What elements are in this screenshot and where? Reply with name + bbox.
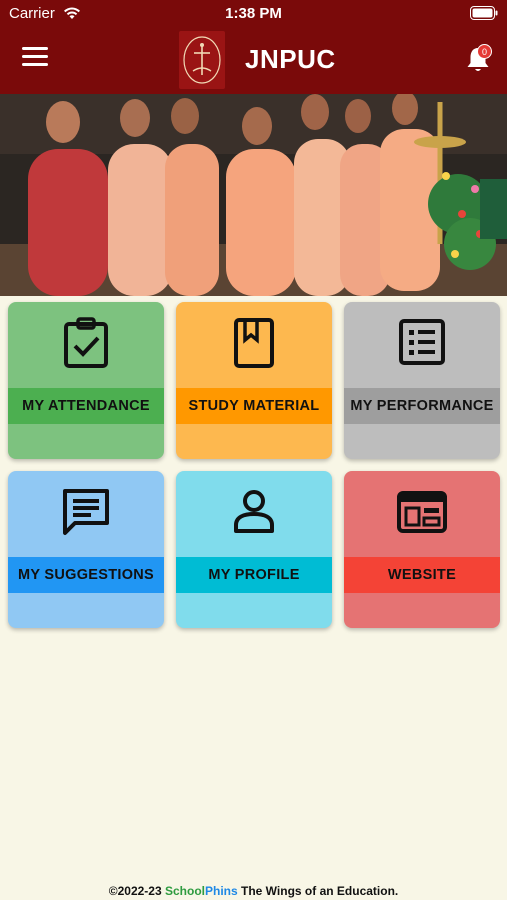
tile-label: MY SUGGESTIONS <box>8 557 164 593</box>
bookmark-book-icon <box>234 318 274 368</box>
tile-my-suggestions[interactable]: MY SUGGESTIONS <box>8 471 164 628</box>
brand-school: School <box>164 884 205 898</box>
clipboard-check-icon <box>64 317 108 368</box>
app-header: JNPUC 0 <box>0 28 507 94</box>
notification-count-badge: 0 <box>477 44 492 59</box>
tile-my-profile[interactable]: MY PROFILE <box>176 471 332 628</box>
tile-label: MY PROFILE <box>176 557 332 593</box>
tile-study-material[interactable]: STUDY MATERIAL <box>176 302 332 459</box>
hamburger-menu-icon[interactable] <box>22 47 48 71</box>
tile-label: MY PERFORMANCE <box>344 388 500 424</box>
banner-photo-image <box>0 94 507 296</box>
status-bar: Carrier 1:38 PM <box>0 0 507 28</box>
clock-time: 1:38 PM <box>225 5 282 22</box>
tile-my-performance[interactable]: MY PERFORMANCE <box>344 302 500 459</box>
college-logo <box>179 31 225 89</box>
tile-label: STUDY MATERIAL <box>176 388 332 424</box>
banner-photo <box>0 94 507 296</box>
footer-copyright: ©2022-23 SchoolPhins The Wings of an Edu… <box>0 884 507 898</box>
copyright-text: ©2022-23 <box>108 884 162 898</box>
app-title: JNPUC <box>245 44 336 74</box>
tile-label: MY ATTENDANCE <box>8 388 164 424</box>
user-profile-icon <box>234 490 274 533</box>
footer-tagline: The Wings of an Education. <box>241 884 399 898</box>
college-crest-icon <box>183 36 221 84</box>
chat-message-icon <box>63 489 109 535</box>
tile-my-attendance[interactable]: MY ATTENDANCE <box>8 302 164 459</box>
brand-phins: Phins <box>205 884 238 898</box>
battery-icon <box>470 6 498 20</box>
tile-label: WEBSITE <box>344 557 500 593</box>
browser-window-icon <box>397 491 447 533</box>
list-icon <box>399 319 445 365</box>
tile-website[interactable]: WEBSITE <box>344 471 500 628</box>
